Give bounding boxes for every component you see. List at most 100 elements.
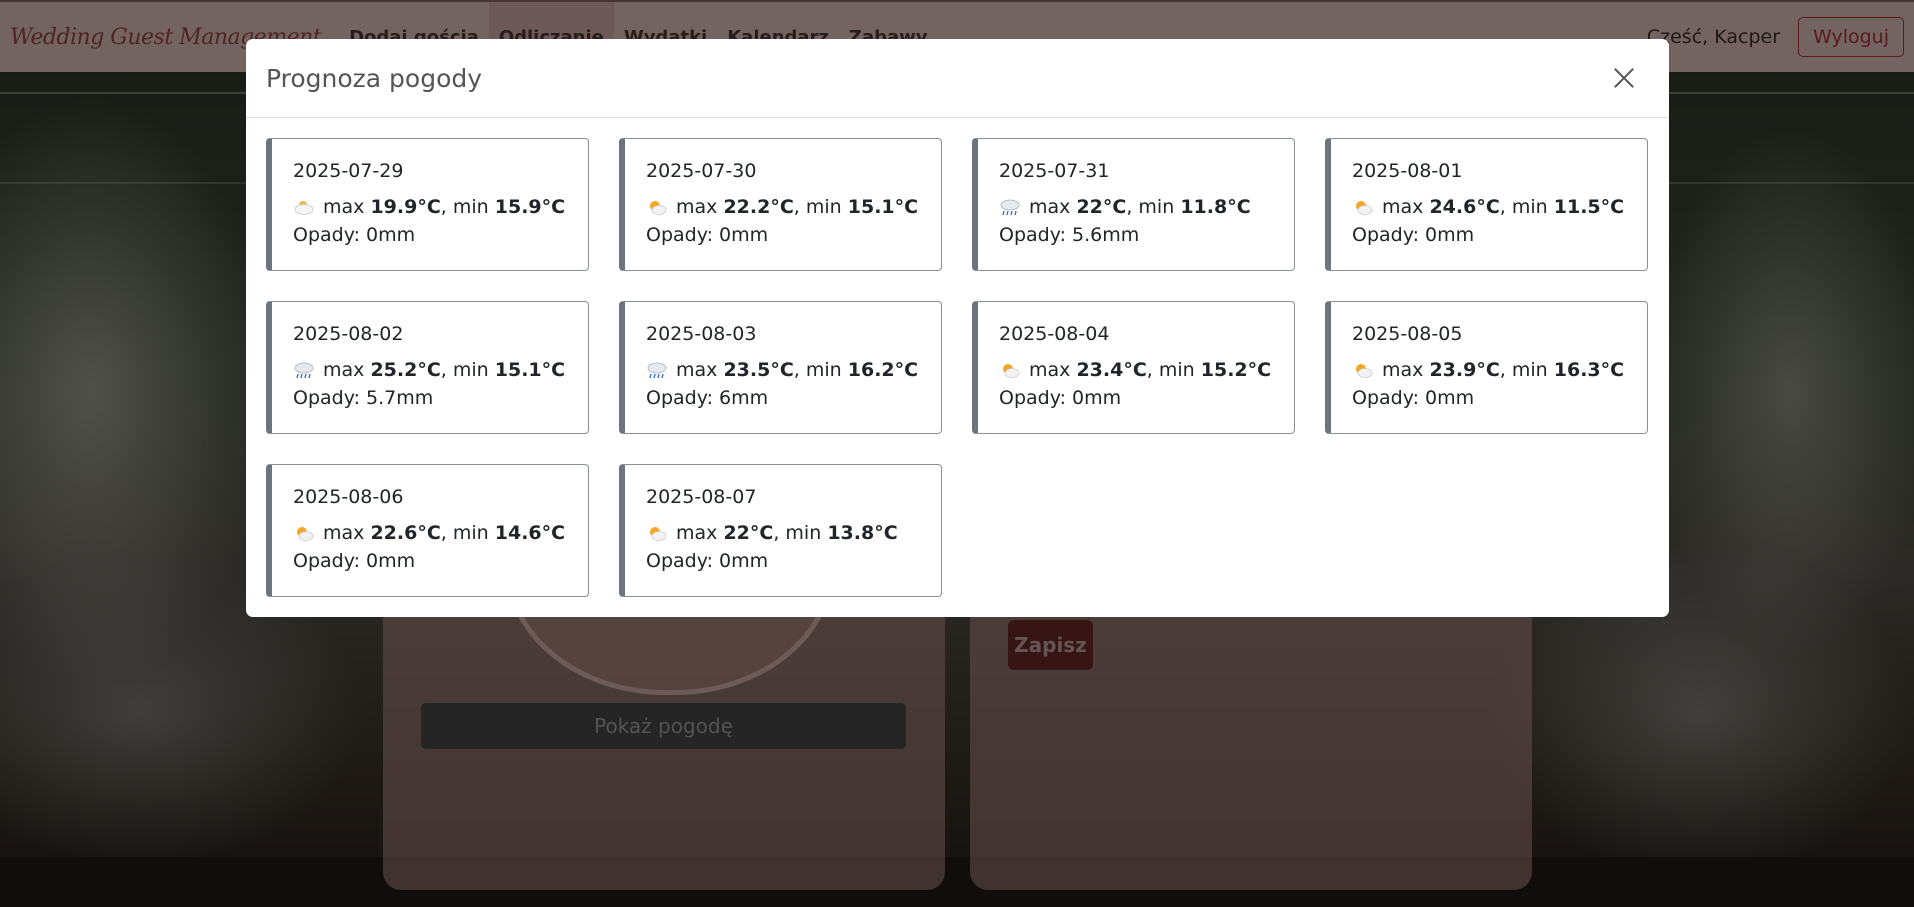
forecast-date: 2025-07-30 (646, 160, 757, 182)
min-label: , min (1499, 359, 1548, 381)
rain-label: Opady: (646, 387, 713, 409)
modal-title: Prognoza pogody (266, 63, 483, 93)
min-label: , min (1146, 359, 1195, 381)
sun-cloud-icon (1356, 364, 1373, 378)
max-temp: 22.2°C (723, 196, 794, 218)
forecast-grid: 2025-07-29 max 19.9°C, min 15.9°C Opady:… (266, 138, 1648, 597)
min-temp: 16.3°C (1553, 359, 1625, 381)
max-temp: 22.6°C (370, 522, 441, 544)
rain-amount: 5.6mm (1072, 224, 1140, 246)
min-temp: 11.5°C (1553, 196, 1625, 218)
rain-label: Opady: (293, 224, 360, 246)
forecast-date: 2025-08-07 (646, 486, 757, 508)
forecast-temperatures: max 23.5°C, min 16.2°C (646, 358, 921, 382)
min-temp: 16.2°C (847, 359, 919, 381)
min-temp: 14.6°C (494, 522, 566, 544)
max-temp: 22°C (723, 522, 774, 544)
rain-label: Opady: (999, 387, 1066, 409)
forecast-day-card: 2025-07-31 max 22°C, min 11.8°C Opady: 5… (972, 138, 1295, 271)
forecast-temperatures: max 23.9°C, min 16.3°C (1352, 358, 1627, 382)
min-label: , min (440, 359, 489, 381)
close-icon[interactable] (1609, 63, 1639, 93)
max-label: max (676, 196, 718, 218)
forecast-temperatures: max 22.6°C, min 14.6°C (293, 521, 568, 545)
forecast-precipitation: Opady: 0mm (1352, 386, 1627, 410)
forecast-day-card: 2025-08-07 max 22°C, min 13.8°C Opady: 0… (619, 464, 942, 597)
forecast-date: 2025-08-04 (999, 323, 1110, 345)
sun-cloud-icon (297, 527, 314, 541)
rain-amount: 0mm (1425, 224, 1475, 246)
max-label: max (1382, 359, 1424, 381)
max-label: max (323, 522, 365, 544)
min-temp: 15.2°C (1200, 359, 1272, 381)
max-label: max (676, 359, 718, 381)
max-label: max (323, 359, 365, 381)
max-label: max (676, 522, 718, 544)
forecast-date: 2025-07-29 (293, 160, 404, 182)
min-temp: 15.1°C (494, 359, 566, 381)
max-temp: 23.4°C (1076, 359, 1147, 381)
max-label: max (1029, 196, 1071, 218)
forecast-precipitation: Opady: 0mm (293, 223, 568, 247)
forecast-day-card: 2025-07-30 max 22.2°C, min 15.1°C Opady:… (619, 138, 942, 271)
min-label: , min (773, 522, 822, 544)
max-temp: 23.5°C (723, 359, 794, 381)
forecast-temperatures: max 22.2°C, min 15.1°C (646, 195, 921, 219)
forecast-date: 2025-08-01 (1352, 160, 1463, 182)
max-temp: 24.6°C (1429, 196, 1500, 218)
rain-amount: 0mm (719, 224, 769, 246)
sun-cloud-icon (1003, 364, 1020, 378)
forecast-day-card: 2025-08-06 max 22.6°C, min 14.6°C Opady:… (266, 464, 589, 597)
rain-label: Opady: (1352, 387, 1419, 409)
forecast-day-card: 2025-08-03 max 23.5°C, min 16.2°C Opady:… (619, 301, 942, 434)
max-temp: 22°C (1076, 196, 1127, 218)
forecast-precipitation: Opady: 5.6mm (999, 223, 1274, 247)
forecast-date: 2025-08-05 (1352, 323, 1463, 345)
min-label: , min (440, 522, 489, 544)
sun-cloud-icon (650, 527, 667, 541)
forecast-date: 2025-08-03 (646, 323, 757, 345)
rain-cloud-icon (1000, 199, 1020, 216)
rain-cloud-icon (294, 362, 314, 379)
min-label: , min (793, 196, 842, 218)
forecast-precipitation: Opady: 0mm (293, 549, 568, 573)
modal-header: Prognoza pogody (246, 39, 1669, 118)
forecast-temperatures: max 23.4°C, min 15.2°C (999, 358, 1274, 382)
max-temp: 25.2°C (370, 359, 441, 381)
rain-label: Opady: (646, 550, 713, 572)
forecast-day-card: 2025-08-04 max 23.4°C, min 15.2°C Opady:… (972, 301, 1295, 434)
forecast-date: 2025-08-06 (293, 486, 404, 508)
forecast-precipitation: Opady: 5.7mm (293, 386, 568, 410)
forecast-date: 2025-08-02 (293, 323, 404, 345)
min-label: , min (793, 359, 842, 381)
rain-label: Opady: (999, 224, 1066, 246)
rain-amount: 0mm (366, 550, 416, 572)
min-temp: 13.8°C (827, 522, 898, 544)
rain-amount: 0mm (366, 224, 416, 246)
forecast-day-card: 2025-07-29 max 19.9°C, min 15.9°C Opady:… (266, 138, 589, 271)
min-label: , min (440, 196, 489, 218)
min-temp: 15.9°C (494, 196, 566, 218)
rain-amount: 0mm (1072, 387, 1122, 409)
rain-label: Opady: (646, 224, 713, 246)
rain-amount: 0mm (1425, 387, 1475, 409)
forecast-precipitation: Opady: 0mm (646, 549, 921, 573)
rain-cloud-icon (647, 362, 667, 379)
forecast-day-card: 2025-08-01 max 24.6°C, min 11.5°C Opady:… (1325, 138, 1648, 271)
forecast-date: 2025-07-31 (999, 160, 1110, 182)
forecast-temperatures: max 22°C, min 13.8°C (646, 521, 921, 545)
min-temp: 11.8°C (1180, 196, 1251, 218)
min-label: , min (1126, 196, 1175, 218)
forecast-precipitation: Opady: 0mm (999, 386, 1274, 410)
forecast-precipitation: Opady: 6mm (646, 386, 921, 410)
rain-amount: 6mm (719, 387, 769, 409)
rain-label: Opady: (293, 387, 360, 409)
rain-amount: 5.7mm (366, 387, 434, 409)
min-temp: 15.1°C (847, 196, 919, 218)
forecast-day-card: 2025-08-02 max 25.2°C, min 15.1°C Opady:… (266, 301, 589, 434)
max-temp: 19.9°C (370, 196, 441, 218)
forecast-temperatures: max 24.6°C, min 11.5°C (1352, 195, 1627, 219)
max-temp: 23.9°C (1429, 359, 1500, 381)
rain-label: Opady: (1352, 224, 1419, 246)
max-label: max (1382, 196, 1424, 218)
